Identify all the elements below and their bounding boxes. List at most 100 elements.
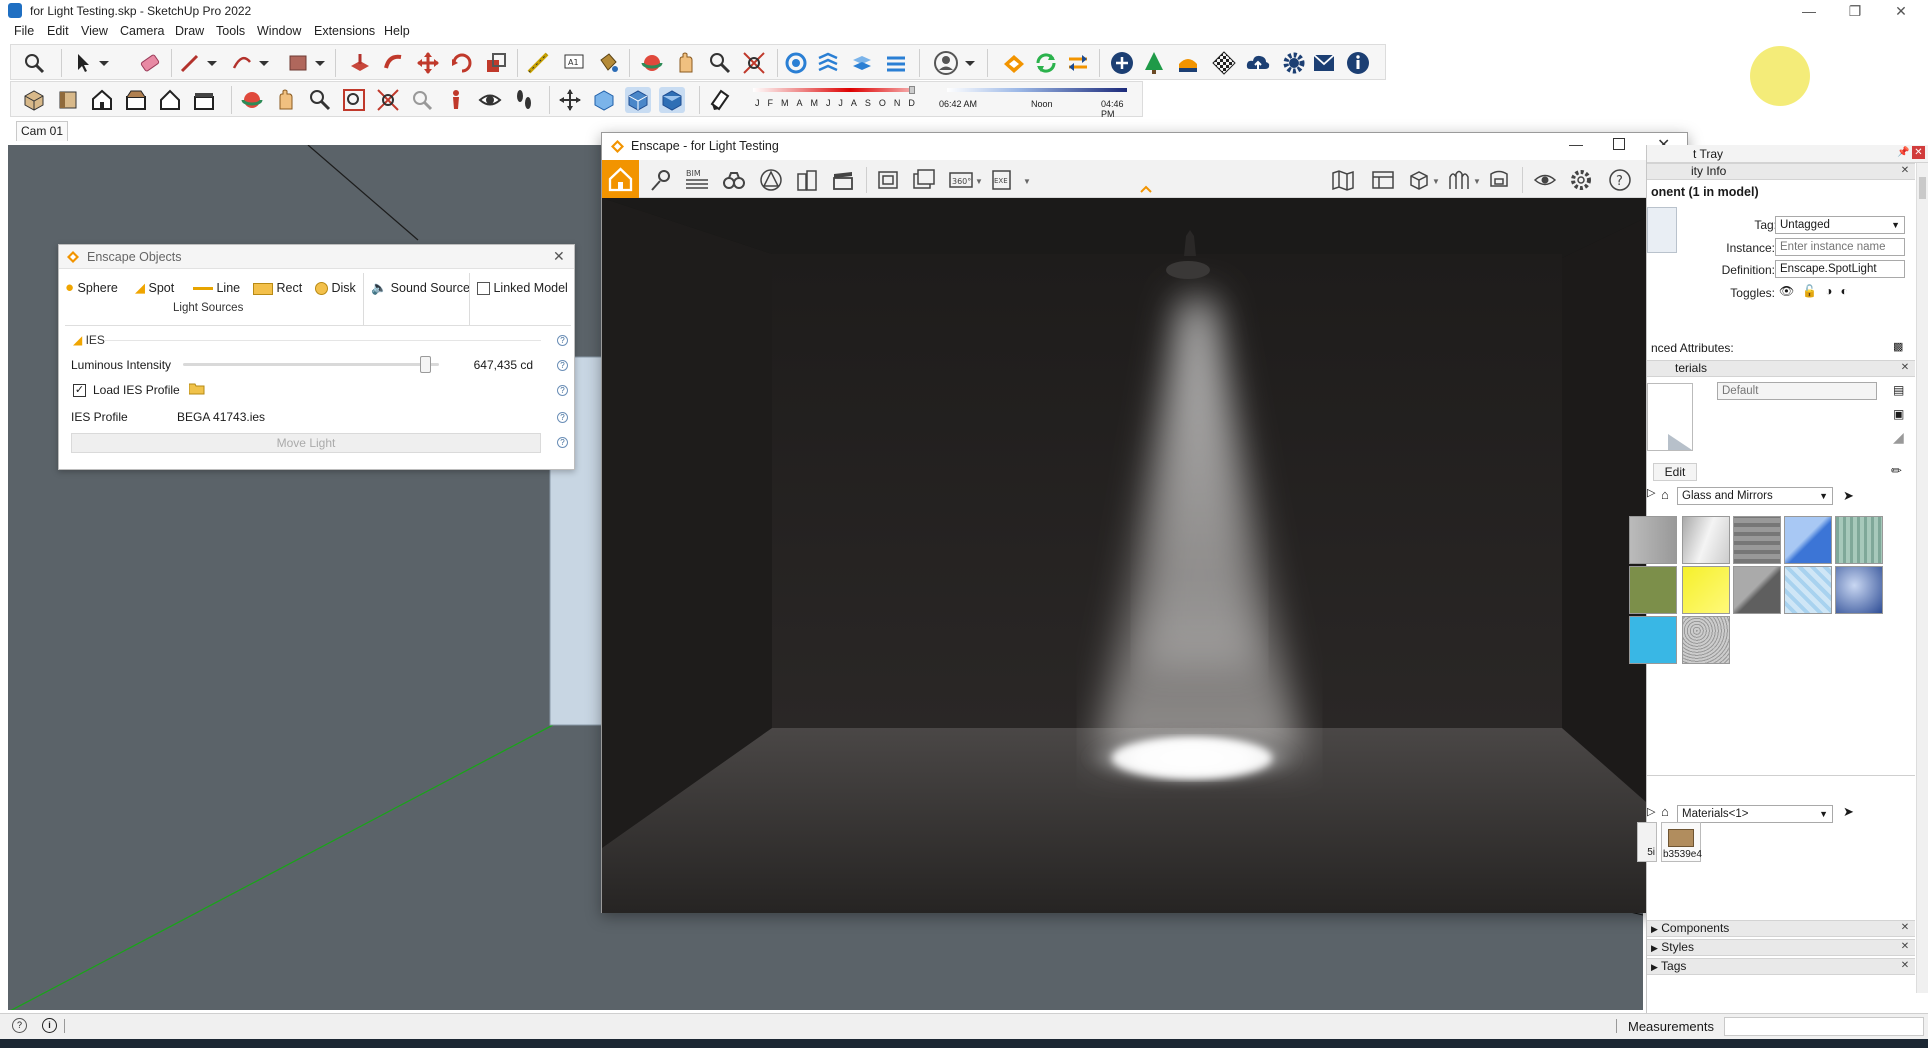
help-icon[interactable]: ? xyxy=(557,335,568,346)
sample-paint-icon[interactable]: ◢ xyxy=(1893,429,1904,446)
line-light-button[interactable]: Line xyxy=(193,278,240,298)
material-swatch[interactable] xyxy=(1835,566,1883,614)
account-dropdown-icon[interactable] xyxy=(963,50,977,76)
feedback-mail-icon[interactable] xyxy=(1311,50,1337,76)
pin-icon[interactable] xyxy=(649,168,673,192)
pan-icon-2[interactable] xyxy=(273,87,299,113)
collapse-toolbar-icon[interactable] xyxy=(1139,184,1153,194)
in-model-select[interactable]: Materials<1> ▼ xyxy=(1677,805,1833,823)
screenshot-icon[interactable] xyxy=(876,168,900,192)
menu-camera[interactable]: Camera xyxy=(120,24,164,38)
maximize-icon[interactable] xyxy=(1613,138,1625,150)
tent-icon[interactable] xyxy=(759,168,783,192)
back-view-icon[interactable] xyxy=(157,87,183,113)
material-swatch[interactable] xyxy=(1733,516,1781,564)
lock-icon[interactable]: 🔓 xyxy=(1802,284,1825,298)
visible-eye-icon[interactable]: 👁 xyxy=(1779,284,1802,298)
export-exe-icon[interactable]: EXE xyxy=(991,168,1015,192)
look-around-icon[interactable] xyxy=(477,87,503,113)
tag-select[interactable]: Untagged ▼ xyxy=(1775,216,1905,234)
spot-light-button[interactable]: ◢ Spot xyxy=(135,278,174,298)
display-section-cuts-icon[interactable] xyxy=(849,50,875,76)
luminous-intensity-slider[interactable] xyxy=(183,356,439,373)
shadow-date-slider[interactable]: J F M A M J J A S O N D xyxy=(739,86,919,114)
bim-icon[interactable]: BIM xyxy=(685,168,709,192)
material-swatch[interactable] xyxy=(1682,516,1730,564)
move-icon[interactable] xyxy=(415,50,441,76)
close-icon[interactable]: ✕ xyxy=(1899,922,1911,934)
account-icon[interactable] xyxy=(933,50,959,76)
orbit-icon-2[interactable] xyxy=(239,87,265,113)
arc-icon[interactable] xyxy=(229,50,255,76)
disk-light-button[interactable]: Disk xyxy=(315,278,356,298)
display-section-planes-icon[interactable] xyxy=(815,50,841,76)
close-icon[interactable]: ✕ xyxy=(1899,362,1911,374)
measurements-input[interactable] xyxy=(1724,1017,1924,1036)
dimension-text-icon[interactable]: A1 xyxy=(561,50,587,76)
left-view-icon[interactable] xyxy=(191,87,217,113)
material-swatch[interactable] xyxy=(1682,566,1730,614)
close-icon[interactable]: ✕ xyxy=(1912,146,1925,159)
render-mode-icon[interactable] xyxy=(1175,50,1201,76)
map-icon[interactable] xyxy=(1331,168,1355,192)
instance-input[interactable] xyxy=(1775,238,1905,256)
visual-settings-icon[interactable] xyxy=(1487,168,1511,192)
help-icon[interactable]: ? xyxy=(557,412,568,423)
material-library-select[interactable]: Glass and Mirrors ▼ xyxy=(1677,487,1833,505)
gear-icon[interactable] xyxy=(1569,168,1593,192)
material-item-partial[interactable]: 5i xyxy=(1637,822,1657,862)
menu-draw[interactable]: Draw xyxy=(175,24,204,38)
zoom-extents-icon[interactable] xyxy=(21,50,47,76)
upload-cloud-icon[interactable] xyxy=(1245,50,1271,76)
tape-measure-icon[interactable] xyxy=(525,50,551,76)
cast-shadows-icon[interactable]: ◐ xyxy=(1840,284,1855,298)
scale-icon[interactable] xyxy=(483,50,509,76)
linked-model-button[interactable]: Linked Model xyxy=(477,278,568,298)
binoculars-icon[interactable] xyxy=(722,168,746,192)
components-header[interactable]: ▶ Components ✕ xyxy=(1647,920,1915,937)
material-swatch[interactable] xyxy=(1629,516,1677,564)
zoom-icon[interactable] xyxy=(707,50,733,76)
material-swatch[interactable] xyxy=(1682,616,1730,664)
walk-icon[interactable] xyxy=(511,87,537,113)
material-swatch[interactable] xyxy=(1733,566,1781,614)
minimize-icon[interactable]: — xyxy=(1569,136,1583,152)
info-icon[interactable] xyxy=(1345,50,1371,76)
geo-location-icon[interactable]: ? xyxy=(12,1018,27,1033)
eyedropper-icon[interactable]: ✏ xyxy=(1891,463,1902,479)
material-swatch[interactable] xyxy=(1629,566,1677,614)
orbit-icon[interactable] xyxy=(639,50,665,76)
chevron-down-icon[interactable]: ▼ xyxy=(975,177,983,186)
chevron-down-icon[interactable]: ▼ xyxy=(1473,177,1481,186)
position-camera-icon[interactable] xyxy=(443,87,469,113)
styles-header[interactable]: ▶ Styles ✕ xyxy=(1647,939,1915,956)
render-viewport[interactable] xyxy=(602,198,1687,913)
batch-render-icon[interactable] xyxy=(912,168,936,192)
close-icon[interactable]: ✕ xyxy=(553,248,565,265)
material-icon[interactable] xyxy=(1447,168,1471,192)
credits-info-icon[interactable]: i xyxy=(42,1018,57,1033)
sound-source-button[interactable]: 🔈 Sound Source xyxy=(371,278,470,298)
textured-view-icon[interactable] xyxy=(659,87,685,113)
close-icon[interactable]: ✕ xyxy=(1899,165,1911,177)
help-icon[interactable]: ? xyxy=(557,360,568,371)
display-secondary-icon[interactable]: ▤ xyxy=(1893,383,1904,397)
select-dropdown-icon[interactable] xyxy=(97,50,111,76)
pan-icon[interactable] xyxy=(673,50,699,76)
asset-library-icon[interactable] xyxy=(1371,168,1395,192)
clapperboard-icon[interactable] xyxy=(831,168,855,192)
buildings-icon[interactable] xyxy=(795,168,819,192)
material-checker-icon[interactable] xyxy=(1211,50,1237,76)
details-arrow-icon[interactable]: ➤ xyxy=(1843,488,1854,504)
material-swatch[interactable] xyxy=(1629,616,1677,664)
right-view-icon[interactable] xyxy=(123,87,149,113)
section-plane-icon[interactable] xyxy=(783,50,809,76)
material-swatch[interactable] xyxy=(1784,566,1832,614)
details-arrow-icon[interactable]: ➤ xyxy=(1843,804,1854,820)
sphere-light-button[interactable]: ● Sphere xyxy=(65,278,118,298)
create-material-icon[interactable]: ▣ xyxy=(1893,407,1904,421)
rect-light-button[interactable]: Rect xyxy=(253,278,302,298)
pencil-line-icon[interactable] xyxy=(177,50,203,76)
luminous-intensity-thumb[interactable] xyxy=(420,356,432,373)
menu-tools[interactable]: Tools xyxy=(216,24,245,38)
